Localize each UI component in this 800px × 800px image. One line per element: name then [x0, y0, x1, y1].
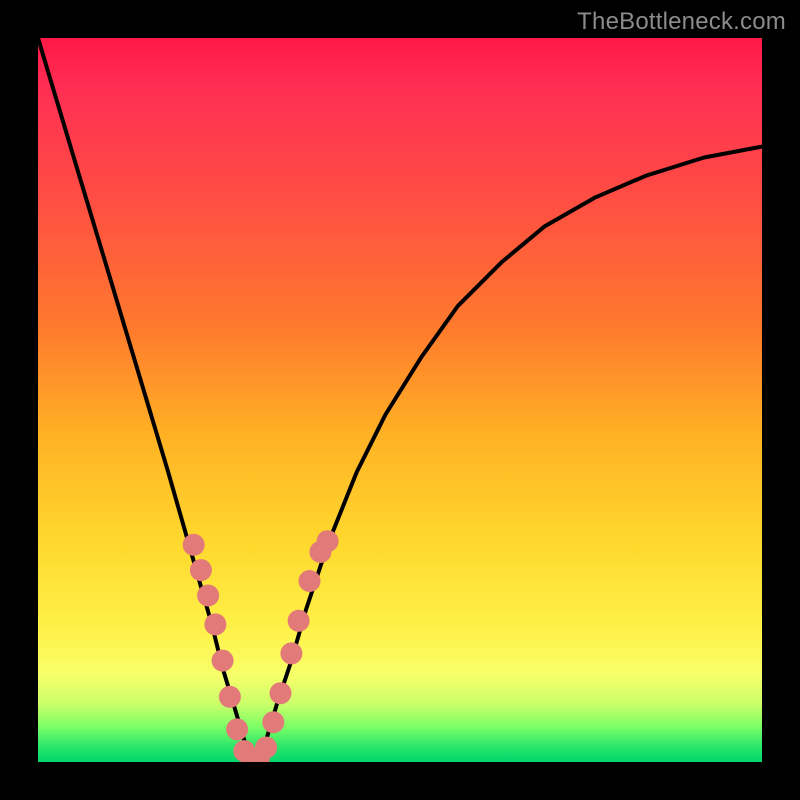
marker-dot — [190, 559, 212, 581]
marker-dot — [317, 530, 339, 552]
plot-area — [38, 38, 762, 762]
marker-dot — [299, 570, 321, 592]
marker-dot — [219, 686, 241, 708]
chart-svg — [38, 38, 762, 762]
marker-dot — [226, 718, 248, 740]
marker-dot — [280, 642, 302, 664]
marker-dot — [255, 737, 277, 759]
curve-line — [38, 38, 762, 762]
marker-dot — [204, 613, 226, 635]
marker-dot — [288, 610, 310, 632]
marker-dot — [197, 585, 219, 607]
chart-frame: TheBottleneck.com — [0, 0, 800, 800]
watermark-text: TheBottleneck.com — [577, 8, 786, 36]
marker-dot — [183, 534, 205, 556]
marker-dots — [183, 530, 339, 762]
marker-dot — [262, 711, 284, 733]
marker-dot — [212, 650, 234, 672]
marker-dot — [270, 682, 292, 704]
